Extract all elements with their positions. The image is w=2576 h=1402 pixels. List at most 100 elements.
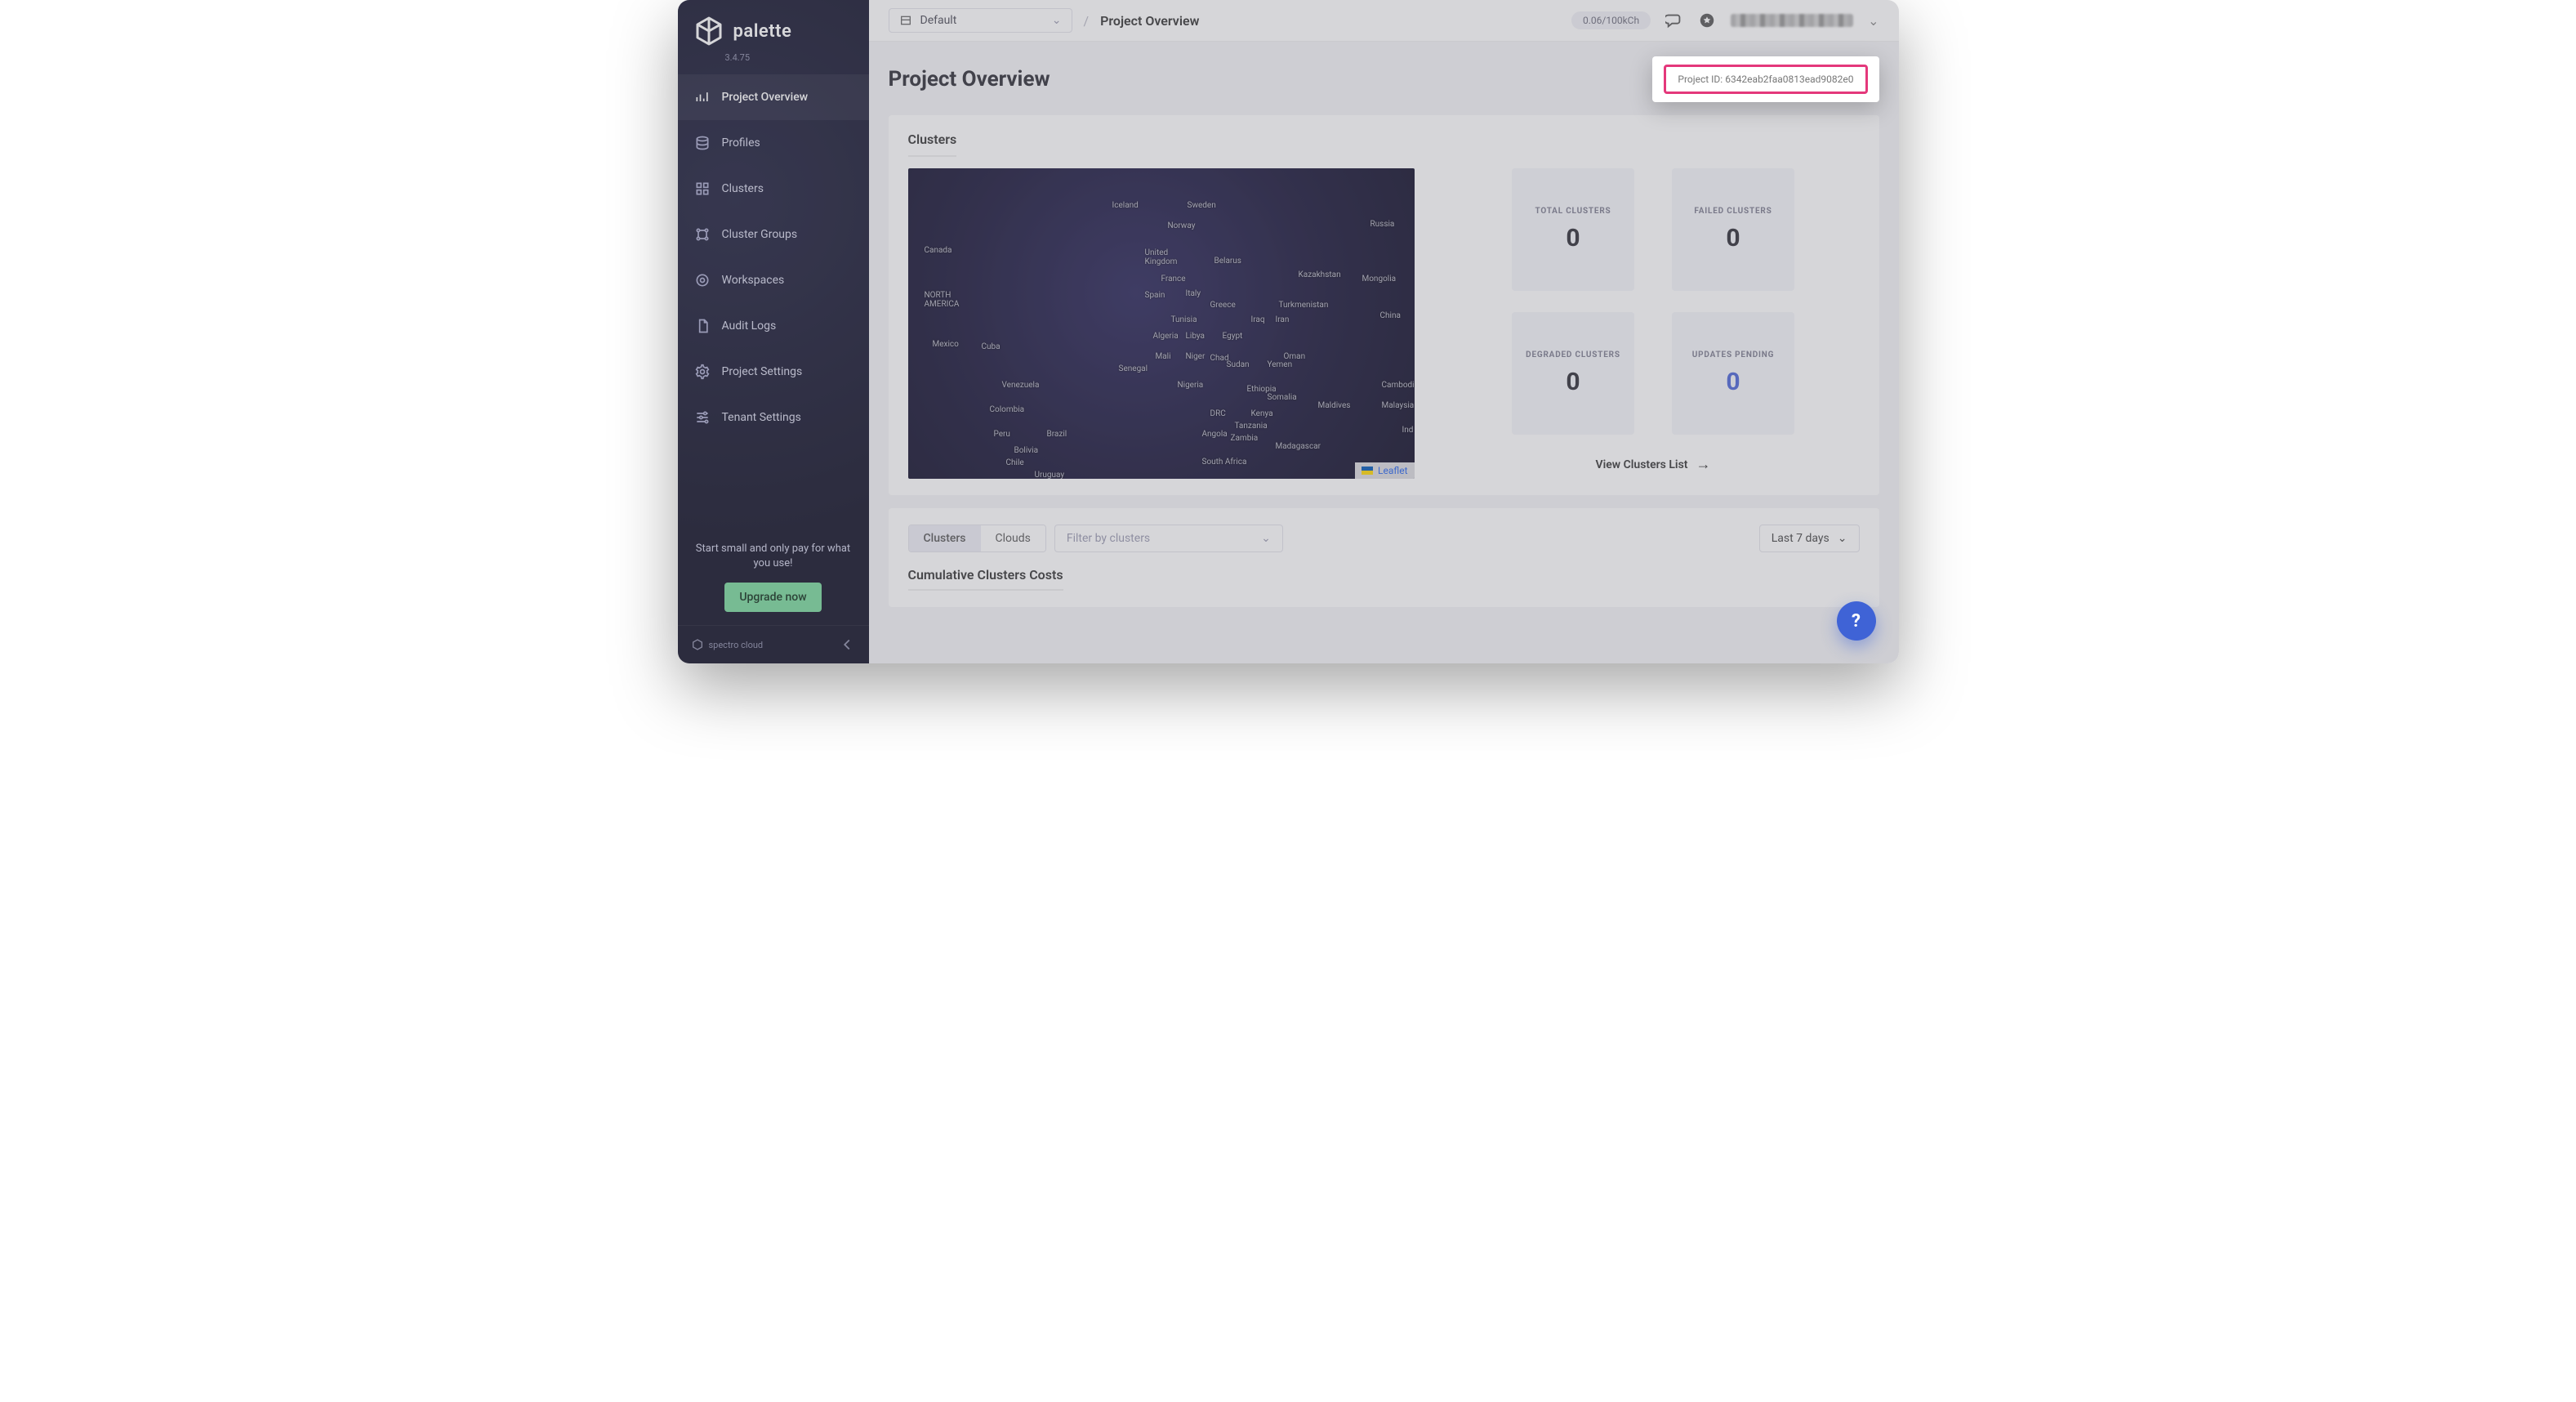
map-country-label: Mali [1156, 352, 1171, 361]
clusters-icon [694, 181, 711, 197]
map-country-label: China [1380, 311, 1401, 320]
map-country-label: Niger [1186, 352, 1206, 361]
map-country-label: Iran [1276, 315, 1290, 324]
map-country-label: Bolivia [1014, 446, 1039, 455]
costs-subheading: Cumulative Clusters Costs [908, 567, 1063, 591]
clusters-card: Clusters Leaflet IcelandSwedenRussiaNorw… [889, 115, 1879, 495]
stat-label: UPDATES PENDING [1692, 350, 1774, 359]
filter-by-clusters-select[interactable]: Filter by clusters ⌄ [1054, 525, 1283, 552]
ukraine-flag-icon [1362, 467, 1373, 475]
brand-name: palette [733, 21, 792, 42]
map-country-label: Chad [1210, 354, 1229, 363]
view-clusters-label: View Clusters List [1596, 458, 1688, 471]
leaflet-attribution[interactable]: Leaflet [1355, 462, 1414, 479]
chat-icon[interactable] [1665, 11, 1683, 29]
help-fab-button[interactable]: ? [1837, 601, 1876, 641]
map-country-label: Zambia [1231, 434, 1259, 443]
footer-brand: spectro cloud [709, 640, 764, 650]
map-country-label: Oman [1284, 352, 1306, 361]
stat-updates-pending: UPDATES PENDING 0 [1672, 312, 1794, 435]
map-country-label: Venezuela [1002, 381, 1040, 390]
costs-card: Clusters Clouds Filter by clusters ⌄ Las… [889, 508, 1879, 607]
map-country-label: Madagascar [1276, 442, 1321, 451]
map-country-label: Cuba [982, 342, 1001, 351]
chevron-down-icon: ⌄ [1838, 532, 1847, 545]
time-range-select[interactable]: Last 7 days ⌄ [1759, 525, 1860, 552]
map-country-label: Sudan [1227, 360, 1250, 369]
app-root: palette 3.4.75 Project Overview Profiles… [678, 0, 1899, 663]
costs-filter-row: Clusters Clouds Filter by clusters ⌄ Las… [908, 525, 1860, 552]
user-menu-chevron-icon[interactable]: ⌄ [1868, 13, 1879, 29]
clusters-heading: Clusters [908, 132, 957, 157]
map-country-label: Canada [925, 246, 952, 255]
map-country-label: Cambodia [1382, 381, 1415, 390]
map-country-label: Yemen [1268, 360, 1293, 369]
sidebar-item-tenant-settings[interactable]: Tenant Settings [678, 395, 869, 440]
topbar: Default ⌄ / Project Overview 0.06/100kCh… [869, 0, 1899, 42]
cluster-groups-icon [694, 226, 711, 243]
map-country-label: Italy [1186, 289, 1201, 298]
sidebar-item-cluster-groups[interactable]: Cluster Groups [678, 212, 869, 257]
map-country-label: Belarus [1214, 257, 1241, 266]
sliders-icon [694, 409, 711, 426]
map-country-label: France [1161, 275, 1186, 284]
breadcrumb-title: Project Overview [1100, 13, 1199, 29]
star-badge-icon[interactable] [1698, 11, 1716, 29]
map-country-label: Tunisia [1171, 315, 1197, 324]
brand: palette [678, 0, 869, 52]
filter-placeholder: Filter by clusters [1067, 532, 1150, 545]
map-country-label: Egypt [1223, 332, 1243, 341]
stat-label: DEGRADED CLUSTERS [1526, 350, 1620, 359]
content: Clusters Leaflet IcelandSwedenRussiaNorw… [869, 109, 1899, 627]
profiles-icon [694, 135, 711, 151]
overview-icon [694, 89, 711, 105]
cluster-map[interactable]: Leaflet IcelandSwedenRussiaNorwayCanadaU… [908, 168, 1415, 479]
map-country-label: South Africa [1202, 458, 1247, 467]
map-country-label: Mongolia [1362, 275, 1397, 284]
breadcrumb-separator: / [1084, 13, 1090, 29]
sidebar-item-label: Project Overview [722, 91, 809, 104]
upgrade-button[interactable]: Upgrade now [724, 583, 821, 612]
stat-value: 0 [1566, 368, 1580, 396]
project-id-value: 6342eab2faa0813ead9082e0 [1725, 74, 1853, 85]
tab-clusters[interactable]: Clusters [909, 525, 981, 551]
upgrade-promo-text: Start small and only pay for what you us… [691, 542, 856, 571]
page-title-row: Project Overview Project ID: 6342eab2faa… [869, 42, 1899, 109]
map-country-label: Peru [994, 430, 1010, 439]
sidebar-item-audit-logs[interactable]: Audit Logs [678, 303, 869, 349]
sidebar-item-project-overview[interactable]: Project Overview [678, 74, 869, 120]
sidebar-item-label: Project Settings [722, 365, 803, 378]
map-country-label: Brazil [1047, 430, 1067, 439]
gear-icon [694, 364, 711, 380]
sidebar-item-workspaces[interactable]: Workspaces [678, 257, 869, 303]
map-country-label: Spain [1145, 291, 1165, 300]
map-country-label: Ind [1402, 426, 1414, 435]
map-country-label: Angola [1202, 430, 1228, 439]
map-country-label: Kenya [1251, 409, 1273, 418]
sidebar-item-project-settings[interactable]: Project Settings [678, 349, 869, 395]
version-text: 3.4.75 [678, 52, 869, 74]
map-country-label: Nigeria [1178, 381, 1204, 390]
stat-label: TOTAL CLUSTERS [1535, 207, 1611, 216]
chevron-down-icon: ⌄ [1261, 532, 1271, 545]
view-clusters-link[interactable]: View Clusters List → [1596, 456, 1711, 473]
spectro-logo-icon [691, 638, 704, 651]
scope-selector[interactable]: Default ⌄ [889, 8, 1072, 33]
sidebar-item-label: Profiles [722, 136, 760, 150]
tab-clouds[interactable]: Clouds [981, 525, 1045, 551]
map-country-label: Chile [1006, 458, 1024, 467]
sidebar-item-label: Cluster Groups [722, 228, 798, 241]
sidebar-item-label: Tenant Settings [722, 411, 801, 424]
sidebar-item-profiles[interactable]: Profiles [678, 120, 869, 166]
sidebar-collapse-button[interactable] [838, 636, 856, 654]
stat-value[interactable]: 0 [1726, 368, 1740, 396]
audit-logs-icon [694, 318, 711, 334]
map-country-label: Greece [1210, 301, 1236, 310]
sidebar: palette 3.4.75 Project Overview Profiles… [678, 0, 869, 663]
map-country-label: Maldives [1318, 401, 1351, 410]
sidebar-item-label: Audit Logs [722, 319, 777, 333]
sidebar-item-label: Workspaces [722, 274, 785, 287]
sidebar-bottom: Start small and only pay for what you us… [678, 529, 869, 625]
map-country-label: Mexico [933, 340, 959, 349]
sidebar-item-clusters[interactable]: Clusters [678, 166, 869, 212]
